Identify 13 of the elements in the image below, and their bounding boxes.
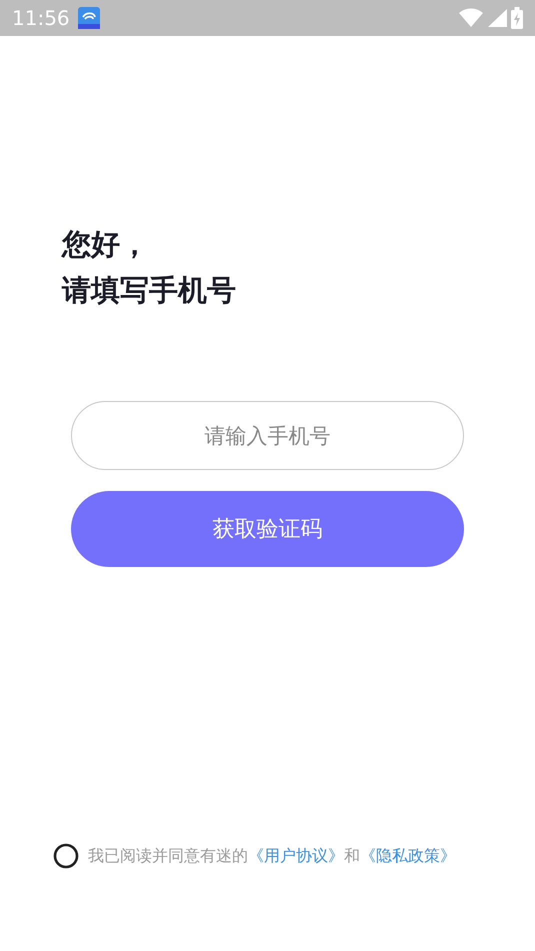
phone-input[interactable]: 请输入手机号 [71,401,464,470]
signal-icon [487,8,507,28]
get-code-button[interactable]: 获取验证码 [71,491,464,567]
agree-checkbox[interactable] [52,842,80,870]
greeting-text: 请填写手机号 [62,272,237,309]
app-icon [78,7,100,29]
agreement-link[interactable]: 《用户协议》 [248,846,344,865]
agreement-text: 我已阅读并同意有迷的《用户协议》和《隐私政策》 [88,845,456,867]
greeting-text: 您好， [62,226,150,263]
agreement-link[interactable]: 《隐私政策》 [360,846,456,865]
battery-icon [511,7,523,29]
status-time: 11:56 [12,5,70,32]
wifi-icon [459,8,483,28]
